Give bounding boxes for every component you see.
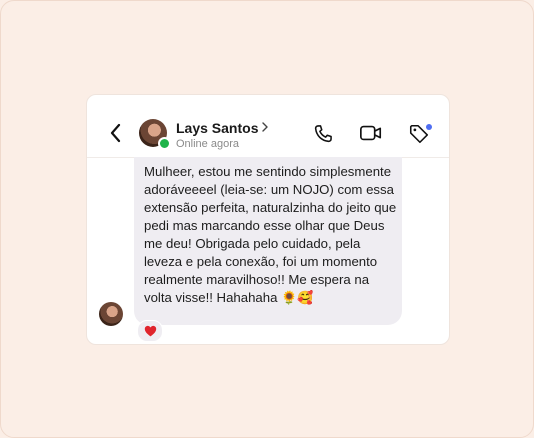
- back-chevron-icon[interactable]: [107, 122, 125, 144]
- message-body: Mulheer, estou me sentindo simplesmente …: [144, 164, 397, 305]
- phone-icon[interactable]: [312, 123, 334, 145]
- sender-avatar[interactable]: [99, 302, 123, 326]
- chevron-right-icon[interactable]: [261, 121, 269, 133]
- online-indicator: [158, 137, 171, 150]
- message-text: Mulheer, estou me sentindo simplesmente …: [144, 163, 400, 308]
- contact-name[interactable]: Lays Santos: [176, 120, 258, 136]
- heart-icon: [144, 325, 156, 337]
- message-emojis: 🌻🥰: [281, 291, 314, 306]
- chat-header: Lays Santos Online agora: [87, 95, 449, 158]
- video-camera-icon[interactable]: [359, 123, 383, 143]
- message-bubble[interactable]: Mulheer, estou me sentindo simplesmente …: [134, 157, 402, 325]
- reaction-badge[interactable]: [137, 320, 163, 342]
- contact-status: Online agora: [176, 138, 239, 150]
- notification-dot: [426, 124, 432, 130]
- chat-card: Lays Santos Online agora Mulheer, estou …: [86, 94, 450, 345]
